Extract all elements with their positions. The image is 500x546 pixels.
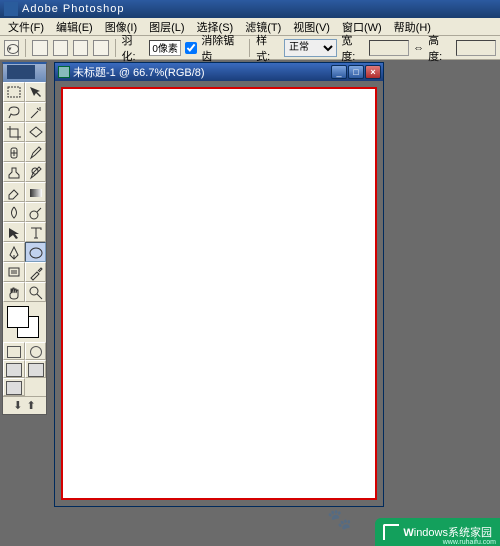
selection-new-button[interactable] [32, 40, 47, 56]
tool-lasso[interactable] [3, 102, 25, 122]
tool-zoom[interactable] [25, 282, 47, 302]
app-title: Adobe Photoshop [22, 3, 124, 15]
tool-crop[interactable] [3, 122, 25, 142]
width-input [369, 40, 409, 56]
tool-move[interactable] [25, 82, 47, 102]
tool-dodge[interactable] [25, 202, 47, 222]
tool-magic-wand[interactable] [25, 102, 47, 122]
antialias-label: 消除锯齿 [201, 32, 243, 64]
style-select[interactable]: 正常 [284, 39, 337, 57]
minimize-button[interactable]: _ [331, 65, 347, 79]
menu-view[interactable]: 视图(V) [287, 19, 336, 35]
document-title: 未标题-1 @ 66.7%(RGB/8) [73, 64, 331, 80]
menubar: 文件(F) 编辑(E) 图像(I) 图层(L) 选择(S) 滤镜(T) 视图(V… [0, 18, 500, 36]
app-titlebar: Adobe Photoshop [0, 0, 500, 18]
tool-history-brush[interactable] [25, 162, 47, 182]
app-icon [4, 2, 18, 16]
document-titlebar[interactable]: 未标题-1 @ 66.7%(RGB/8) _ □ × [55, 63, 383, 81]
tool-notes[interactable] [3, 262, 25, 282]
tool-healing-brush[interactable] [3, 142, 25, 162]
toolbox-header[interactable] [3, 64, 46, 82]
feather-label: 羽化: [121, 32, 145, 64]
menu-layer[interactable]: 图层(L) [143, 19, 190, 35]
tool-marquee-rect[interactable] [3, 82, 25, 102]
menu-edit[interactable]: 编辑(E) [50, 19, 99, 35]
tool-slice[interactable] [25, 122, 47, 142]
watermark-text: Windows系统家园 [403, 524, 492, 540]
toolbox: ⬇ ⬆ [2, 62, 47, 415]
tool-gradient[interactable] [25, 182, 47, 202]
separator [115, 39, 116, 57]
quickmask-mode-button[interactable] [25, 342, 47, 360]
tool-pen[interactable] [3, 242, 25, 262]
tool-eraser[interactable] [3, 182, 25, 202]
width-label: 宽度: [341, 32, 365, 64]
menu-file[interactable]: 文件(F) [2, 19, 50, 35]
height-label: 高度: [428, 32, 452, 64]
style-label: 样式: [256, 32, 280, 64]
standard-mode-button[interactable] [3, 342, 25, 360]
jump-down-icon: ⬇ [13, 399, 22, 412]
tool-stamp[interactable] [3, 162, 25, 182]
tool-shape-ellipse[interactable] [25, 242, 47, 262]
tool-preset-picker[interactable] [4, 40, 19, 56]
options-bar: 羽化: 消除锯齿 样式: 正常 宽度: ⇔ 高度: [0, 36, 500, 60]
document-icon [58, 66, 70, 78]
feather-input[interactable] [149, 40, 181, 56]
watermark-url: www.ruhaifu.com [443, 539, 496, 546]
canvas-area [55, 81, 383, 506]
separator [249, 39, 250, 57]
tool-type[interactable] [25, 222, 47, 242]
selection-add-button[interactable] [53, 40, 68, 56]
tool-hand[interactable] [3, 282, 25, 302]
paw-watermark-icon: 🐾 [327, 507, 352, 532]
tool-brush[interactable] [25, 142, 47, 162]
selection-subtract-button[interactable] [73, 40, 88, 56]
screen-full-menu-button[interactable] [25, 360, 47, 378]
tool-blur[interactable] [3, 202, 25, 222]
screen-full-button[interactable] [3, 378, 25, 396]
antialias-checkbox[interactable] [185, 42, 197, 54]
watermark-badge: Windows系统家园 www.ruhaifu.com [375, 518, 500, 546]
canvas[interactable] [61, 87, 377, 500]
separator [25, 39, 26, 57]
height-input [456, 40, 496, 56]
maximize-button[interactable]: □ [348, 65, 364, 79]
photoshop-logo-icon [7, 65, 35, 79]
tool-path-select[interactable] [3, 222, 25, 242]
color-swatches [3, 302, 46, 342]
close-button[interactable]: × [365, 65, 381, 79]
screen-standard-button[interactable] [3, 360, 25, 378]
link-icon: ⇔ [413, 42, 424, 54]
jump-up-icon: ⬆ [27, 399, 36, 412]
tool-eyedropper[interactable] [25, 262, 47, 282]
document-window: 未标题-1 @ 66.7%(RGB/8) _ □ × [54, 62, 384, 507]
foreground-color-swatch[interactable] [7, 306, 29, 328]
selection-intersect-button[interactable] [93, 40, 108, 56]
jump-to-imageready[interactable]: ⬇ ⬆ [3, 396, 46, 414]
